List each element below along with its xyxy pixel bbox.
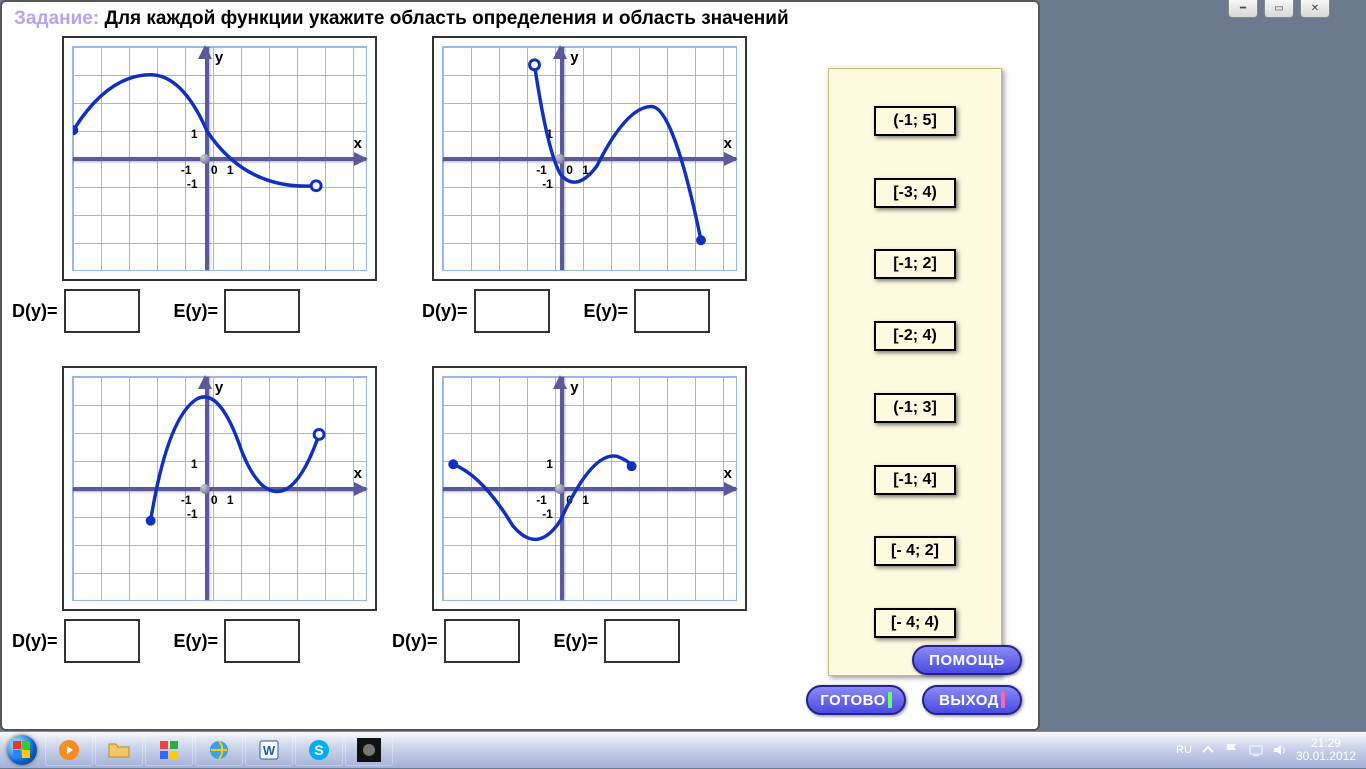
task-text: Для каждой функции укажите область опред… [104,8,788,29]
minimize-button[interactable]: ━ [1228,0,1258,18]
folder-icon [107,738,131,762]
plot-2: x y 1 -1 0 1 -1 [432,36,747,281]
exit-button-label: ВЫХОД [939,692,999,709]
plot-4-curve [443,377,736,600]
plot-3-curve [73,377,366,600]
network-icon[interactable] [1248,742,1264,758]
ready-button[interactable]: ГОТОВО [806,685,906,715]
svg-text:S: S [314,742,323,758]
range-label: E(y)= [174,631,219,652]
plot-1-curve [73,47,366,270]
domain-dropzone-4[interactable] [444,619,520,663]
help-button[interactable]: ПОМОЩЬ [912,645,1022,675]
option-tile[interactable]: [-1; 2] [874,249,956,279]
answer-row-2: D(y)= E(y)= [422,289,802,333]
range-dropzone-2[interactable] [634,289,710,333]
taskbar-item-media-player[interactable] [45,734,93,766]
option-tile[interactable]: [- 4; 2] [874,536,956,566]
maximize-button[interactable]: ▭ [1264,0,1294,18]
task-label: Задание: [14,8,99,29]
plot-1: x y 1 -1 0 1 -1 [62,36,377,281]
windows-logo-icon [7,735,37,765]
app-window: Задание: Для каждой функции укажите обла… [0,0,1040,731]
plot-3: x y 1 -1 0 1 -1 [62,366,377,611]
range-label: E(y)= [584,301,629,322]
system-tray: RU 21:29 30.01.2012 [1176,737,1366,763]
answer-row-4: D(y)= E(y)= [392,619,802,663]
option-tile[interactable]: (-1; 3] [874,393,956,423]
option-tile[interactable]: [-3; 4) [874,178,956,208]
domain-dropzone-3[interactable] [64,619,140,663]
taskbar-item-skype[interactable]: S [295,734,343,766]
answer-row-3: D(y)= E(y)= [12,619,392,663]
gear-dark-icon [357,738,381,762]
plot-2-curve [443,47,736,270]
plot-1-grid: x y 1 -1 0 1 -1 [72,46,367,271]
range-label: E(y)= [174,301,219,322]
tray-language[interactable]: RU [1176,744,1192,756]
volume-icon[interactable] [1272,742,1288,758]
content-area: x y 1 -1 0 1 -1 D(y)= E(y)= [2,36,1038,725]
plot-2-grid: x y 1 -1 0 1 -1 [442,46,737,271]
skype-icon: S [307,738,331,762]
domain-label: D(y)= [12,631,58,652]
options-panel: (-1; 5] [-3; 4) [-1; 2] [-2; 4) (-1; 3] … [828,68,1002,676]
tray-arrow-icon[interactable] [1200,742,1216,758]
svg-text:W: W [263,743,276,758]
range-label: E(y)= [554,631,599,652]
plot-cell-3: x y 1 -1 0 1 -1 D(y)= E(y)= [12,366,392,663]
plot-cell-1: x y 1 -1 0 1 -1 D(y)= E(y)= [12,36,392,333]
taskbar-item-word[interactable]: W [245,734,293,766]
taskbar-item-ie[interactable] [195,734,243,766]
start-button[interactable] [0,732,44,769]
plot-cell-2: x y 1 -1 0 1 -1 D(y)= E(y)= [422,36,802,333]
taskbar-item-unknown[interactable] [345,734,393,766]
option-tile[interactable]: [- 4; 4) [874,608,956,638]
media-player-icon [57,738,81,762]
accent-icon [888,692,892,708]
flag-icon[interactable] [1224,742,1240,758]
domain-label: D(y)= [12,301,58,322]
ready-button-label: ГОТОВО [820,692,886,709]
answer-row-1: D(y)= E(y)= [12,289,392,333]
range-dropzone-4[interactable] [604,619,680,663]
internet-explorer-icon [207,738,231,762]
plot-cell-4: x y 1 -1 0 1 -1 D(y)= E(y)= [422,366,802,663]
plot-4-grid: x y 1 -1 0 1 -1 [442,376,737,601]
taskbar: W S RU 21:29 30.01.2012 [0,731,1366,768]
help-button-label: ПОМОЩЬ [929,652,1005,669]
domain-label: D(y)= [422,301,468,322]
word-icon: W [257,738,281,762]
range-dropzone-3[interactable] [224,619,300,663]
domain-label: D(y)= [392,631,438,652]
accent-icon [1001,692,1005,708]
close-button[interactable]: ✕ [1300,0,1330,18]
plot-4: x y 1 -1 0 1 -1 [432,366,747,611]
tray-date: 30.01.2012 [1296,750,1356,763]
option-tile[interactable]: [-1; 4] [874,465,956,495]
exit-button[interactable]: ВЫХОД [922,685,1022,715]
option-tile[interactable]: [-2; 4) [874,321,956,351]
tray-clock[interactable]: 21:29 30.01.2012 [1296,737,1356,763]
domain-dropzone-2[interactable] [474,289,550,333]
taskbar-item-explorer[interactable] [95,734,143,766]
plot-3-grid: x y 1 -1 0 1 -1 [72,376,367,601]
window-controls: ━ ▭ ✕ [1228,0,1330,18]
option-tile[interactable]: (-1; 5] [874,106,956,136]
domain-dropzone-1[interactable] [64,289,140,333]
range-dropzone-1[interactable] [224,289,300,333]
task-header: Задание: Для каждой функции укажите обла… [2,2,1038,36]
grid-app-icon [157,738,181,762]
taskbar-item-app[interactable] [145,734,193,766]
